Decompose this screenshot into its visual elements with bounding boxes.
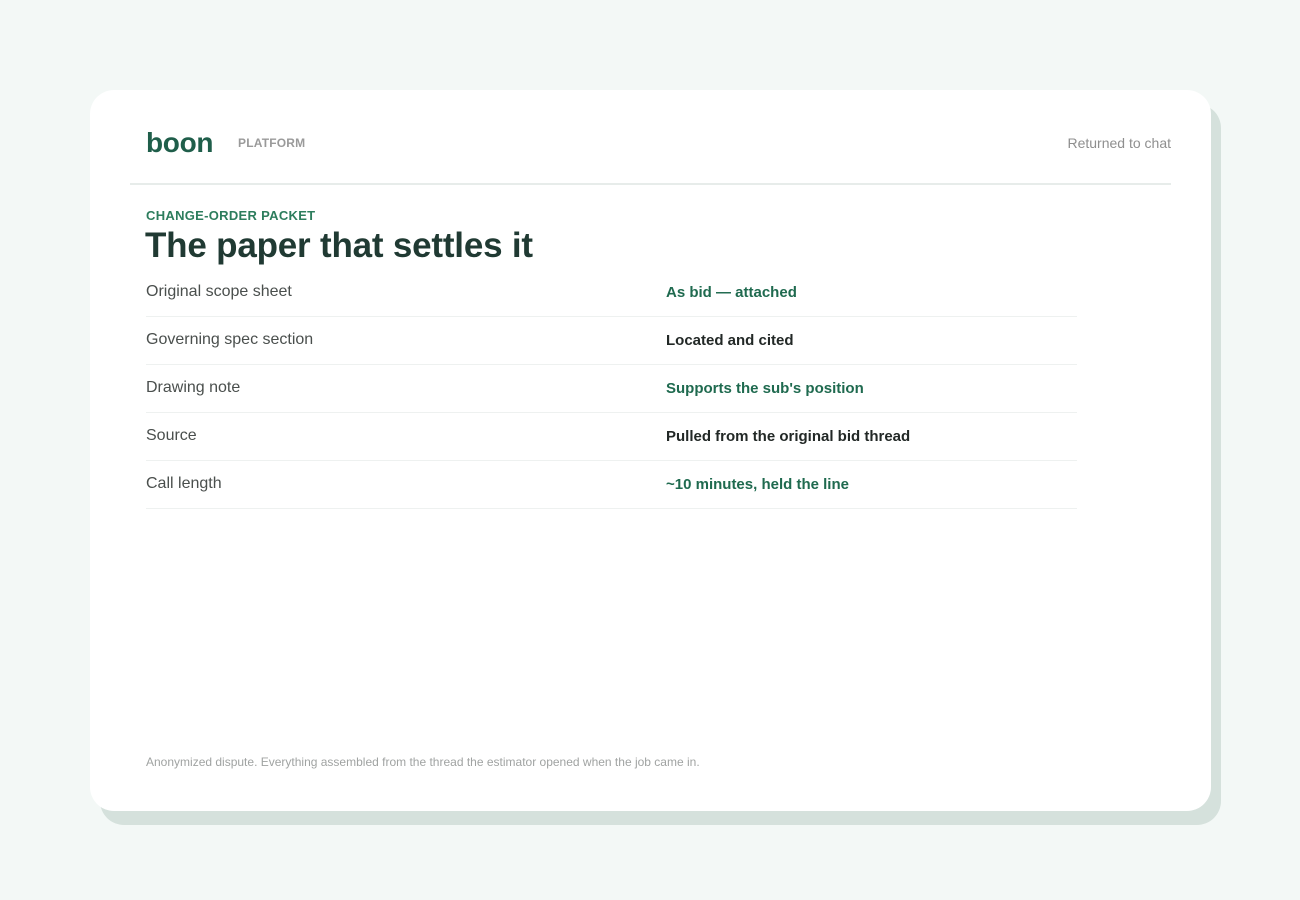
- detail-value: Supports the sub's position: [666, 380, 864, 397]
- detail-label: Source: [146, 427, 197, 444]
- detail-label: Governing spec section: [146, 331, 314, 348]
- detail-row-drawing-note: Drawing note Supports the sub's position: [146, 365, 1077, 413]
- boon-logo[interactable]: boon: [146, 127, 214, 159]
- detail-value: As bid — attached: [666, 284, 797, 301]
- detail-row-original-scope: Original scope sheet As bid — attached: [146, 269, 1077, 317]
- detail-value: ~10 minutes, held the line: [666, 476, 849, 493]
- status-text: Returned to chat: [1067, 135, 1171, 151]
- section-label: PLATFORM: [238, 136, 306, 150]
- detail-row-call-length: Call length ~10 minutes, held the line: [146, 461, 1077, 509]
- card-header: boon PLATFORM Returned to chat: [130, 90, 1171, 185]
- page-title: The paper that settles it: [145, 226, 533, 265]
- packet-details-list: Original scope sheet As bid — attached G…: [146, 269, 1077, 509]
- detail-value: Located and cited: [666, 332, 794, 349]
- detail-label: Drawing note: [146, 379, 241, 396]
- detail-row-source: Source Pulled from the original bid thre…: [146, 413, 1077, 461]
- footnote: Anonymized dispute. Everything assembled…: [146, 755, 700, 769]
- detail-value: Pulled from the original bid thread: [666, 428, 911, 445]
- detail-row-spec-section: Governing spec section Located and cited: [146, 317, 1077, 365]
- detail-label: Original scope sheet: [146, 283, 292, 300]
- detail-label: Call length: [146, 475, 222, 492]
- packet-eyebrow: CHANGE-ORDER PACKET: [146, 208, 316, 223]
- packet-card: boon PLATFORM Returned to chat CHANGE-OR…: [90, 90, 1211, 811]
